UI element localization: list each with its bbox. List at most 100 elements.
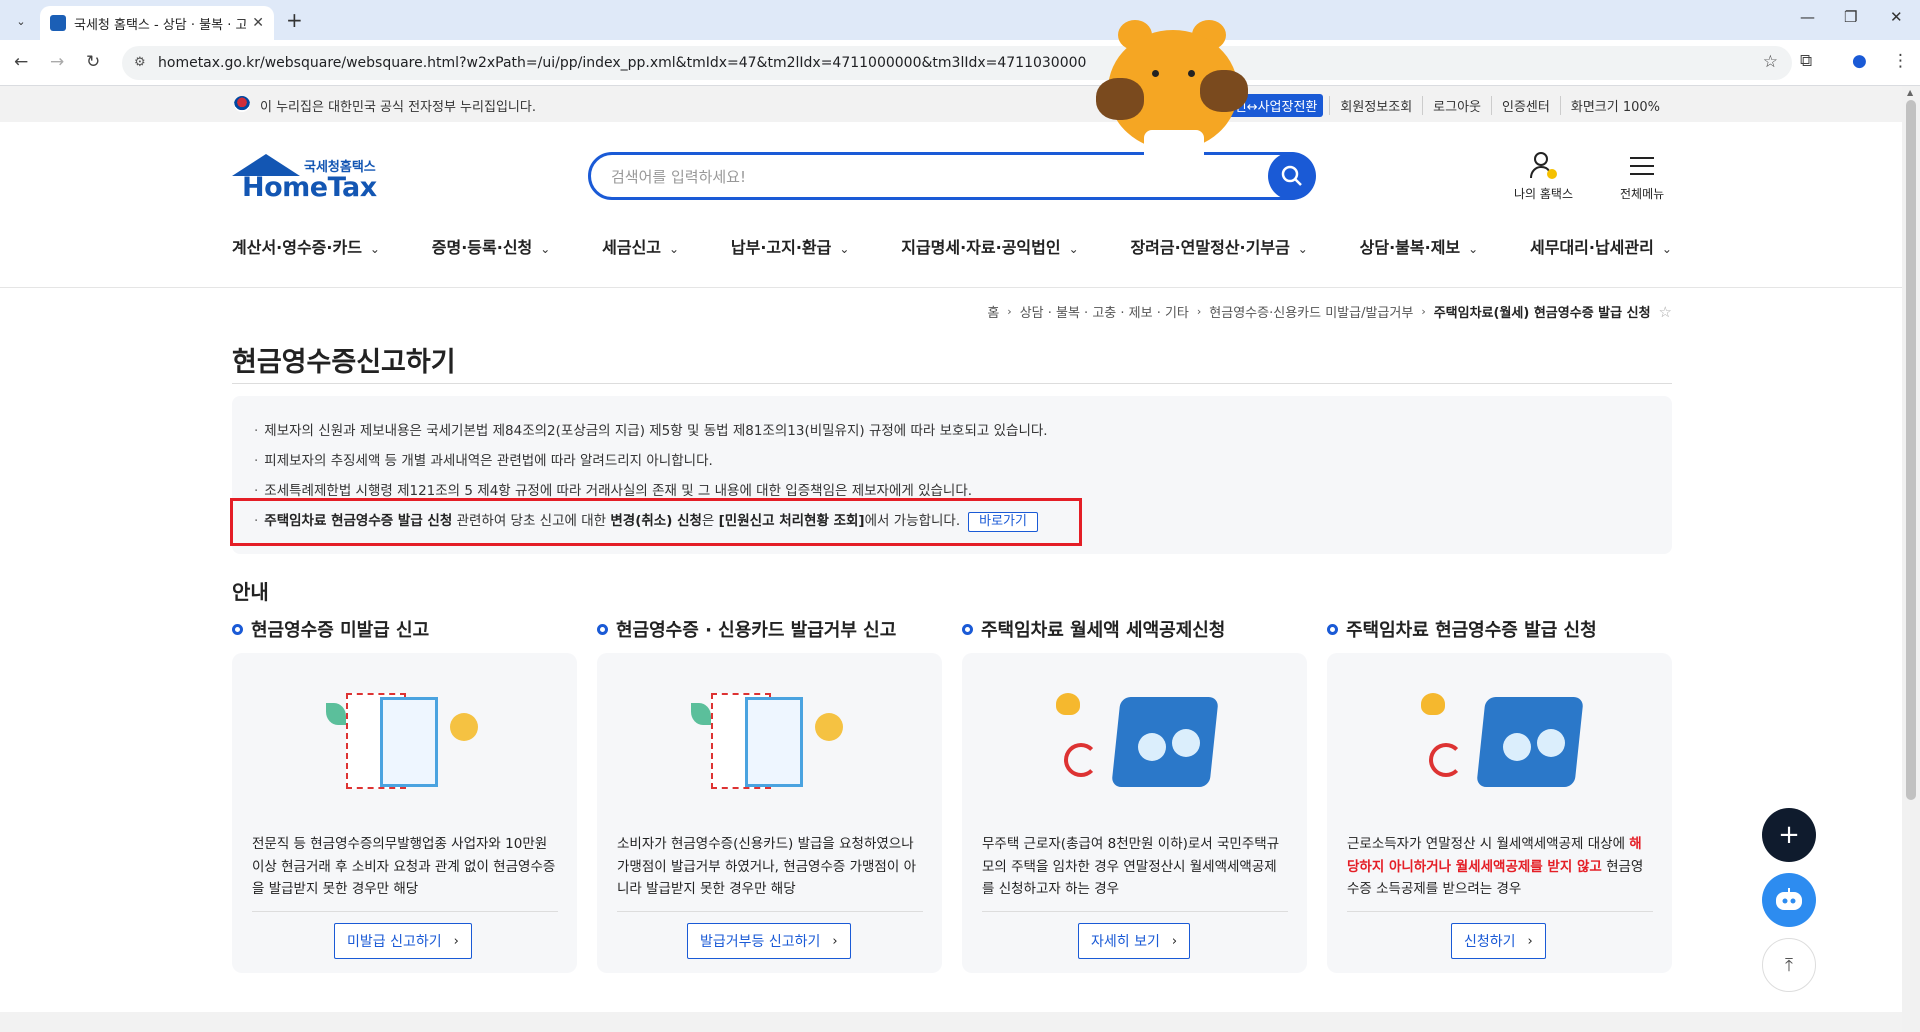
receipt-illustration-icon [691,693,849,791]
gnb-item[interactable]: 계산서·영수증·카드 ⌄ [232,234,380,258]
url-field[interactable]: ⚙ hometax.go.kr/websquare/websquare.html… [122,46,1792,80]
breadcrumb-current: 주택임차료(월세) 현금영수증 발급 신청 [1433,306,1651,321]
new-tab-icon[interactable]: + [286,8,303,32]
browser-tab[interactable]: 국세청 홈택스 - 상담 · 불복 · 고충 ✕ [40,6,274,40]
card-title: 주택임차료 현금영수증 발급 신청 [1327,616,1597,642]
search-button[interactable] [1268,152,1316,200]
card-description: 전문직 등 현금영수증의무발행업종 사업자와 10만원 이상 현금거래 후 소비… [252,836,556,897]
page-title: 현금영수증신고하기 [232,347,456,378]
window-close-icon[interactable]: ✕ [1890,8,1903,26]
card-unissued-report: 전문직 등 현금영수증의무발행업종 사업자와 10만원 이상 현금거래 후 소비… [232,653,577,973]
favorite-star-icon[interactable]: ☆ [1659,303,1672,321]
refusal-report-button[interactable]: 발급거부등 신고하기 › [687,923,851,959]
breadcrumb-item[interactable]: 상담 · 불복 · 고충 · 제보 · 기타 [1020,302,1189,321]
chevron-down-icon: ⌄ [1661,242,1672,256]
restore-icon[interactable]: ❐ [1844,8,1857,26]
chatbot-button[interactable] [1762,873,1816,927]
chevron-down-icon: ⌄ [1068,242,1079,256]
card-title: 현금영수증 · 신용카드 발급거부 신고 [597,616,896,642]
chevron-down-icon: ⌄ [369,242,380,256]
screen-size-select[interactable]: 화면크기 100% [1559,96,1670,115]
tab-search-icon[interactable]: ⌄ [10,10,32,32]
search-icon [1281,165,1302,186]
url-text: hometax.go.kr/websquare/websquare.html?w… [158,55,1087,71]
gnb-item[interactable]: 세무대리·납세관리 ⌄ [1530,234,1672,258]
minimize-icon[interactable]: — [1800,8,1815,26]
cert-center-link[interactable]: 인증센터 [1491,96,1560,115]
browser-menu-icon[interactable]: ⋮ [1892,51,1909,71]
gov-notice-bar: 이 누리집은 대한민국 공식 전자정부 누리집입니다. 개인↔사업장전환 회원정… [0,86,1902,122]
card-description: 근로소득자가 연말정산 시 월세액세액공제 대상에 해당하지 아니하거나 월세세… [1347,836,1644,897]
gnb-item[interactable]: 상담·불복·제보 ⌄ [1360,234,1479,258]
gnb-item[interactable]: 장려금·연말정산·기부금 ⌄ [1130,234,1307,258]
breadcrumb-item[interactable]: 현금영수증·신용카드 미발급/발급거부 [1209,302,1413,321]
hometax-logo[interactable]: 국세청홈택스 HomeTax [232,154,382,203]
user-bell-icon [1529,152,1557,179]
unissued-report-button[interactable]: 미발급 신고하기 › [334,923,472,959]
chevron-down-icon: ⌄ [1468,242,1479,256]
reload-icon[interactable]: ↻ [86,52,100,72]
hometax-favicon-icon [50,15,66,31]
card-title: 주택임차료 월세액 세액공제신청 [962,616,1225,642]
tab-title: 국세청 홈택스 - 상담 · 불복 · 고충 [74,17,247,33]
forward-icon[interactable]: → [50,52,64,72]
close-tab-icon[interactable]: ✕ [252,15,264,31]
nav-divider [0,287,1902,288]
highlight-box [230,498,1082,546]
card-refusal-report: 소비자가 현금영수증(신용카드) 발급을 요청하였으나 가맹점이 발급거부 하였… [597,653,942,973]
receipt-illustration-icon [326,693,484,791]
gnb-item[interactable]: 세금신고 ⌄ [602,234,679,258]
bullet-circle-icon [597,623,608,635]
chevron-right-icon: › [832,933,838,949]
bullet-circle-icon [962,623,973,635]
korea-flag-icon [234,96,250,112]
chevron-down-icon: ⌄ [669,242,680,256]
address-bar: ← → ↻ ⚙ hometax.go.kr/websquare/websquar… [0,40,1920,86]
plus-icon: + [1778,820,1800,850]
all-menu-button[interactable]: 전체메뉴 [1620,150,1664,202]
breadcrumb-home[interactable]: 홈 [987,302,999,321]
member-info-link[interactable]: 회원정보조회 [1329,96,1422,115]
title-divider [232,383,1672,384]
details-button[interactable]: 자세히 보기 › [1078,923,1191,959]
page-scrollbar[interactable]: ▲ [1902,86,1920,1032]
gnb-item[interactable]: 지급명세·자료·공익법인 ⌄ [901,234,1078,258]
hamburger-menu-icon [1630,157,1655,175]
utility-links: 개인↔사업장전환 회원정보조회 로그아웃 인증센터 화면크기 100% [1216,94,1670,117]
gov-notice-text: 이 누리집은 대한민국 공식 전자정부 누리집입니다. [260,100,536,115]
gnb-item[interactable]: 납부·고지·환급 ⌄ [731,234,850,258]
chevron-right-icon: › [453,933,459,949]
main-navigation: 계산서·영수증·카드 ⌄ 증명·등록·신청 ⌄ 세금신고 ⌄ 납부·고지·환급 ⌄ 지급… [232,234,1672,258]
all-menu-label: 전체메뉴 [1620,187,1665,201]
breadcrumb: 홈 › 상담 · 불복 · 고충 · 제보 · 기타 › 현금영수증·신용카드 미발… [987,302,1672,322]
footer-strip [0,1012,1902,1032]
notice-item: 제보자의 신원과 제보내용은 국세기본법 제84조의2(포상금의 지급) 제5항… [254,416,1650,446]
gnb-item[interactable]: 증명·등록·신청 ⌄ [432,234,551,258]
logo-english-text: HomeTax [242,172,377,203]
my-hometax-button[interactable]: 나의 홈택스 [1514,150,1573,202]
card-description: 소비자가 현금영수증(신용카드) 발급을 요청하였으나 가맹점이 발급거부 하였… [617,836,916,897]
card-rent-tax-credit: 무주택 근로자(총급여 8천만원 이하)로서 국민주택규모의 주택을 임차한 경… [962,653,1307,973]
arrow-up-icon: ⤒ [1785,954,1793,976]
card-rent-receipt-request: 근로소득자가 연말정산 시 월세액세액공제 대상에 해당하지 아니하거나 월세세… [1327,653,1672,973]
scrollbar-thumb[interactable] [1906,100,1916,800]
add-quick-menu-button[interactable]: + [1762,808,1816,862]
apply-button[interactable]: 신청하기 › [1451,923,1546,959]
logout-link[interactable]: 로그아웃 [1422,96,1491,115]
browser-tab-bar: ⌄ 국세청 홈택스 - 상담 · 불복 · 고충 ✕ + — ❐ ✕ [0,0,1920,40]
rent-envelope-illustration-icon [1056,693,1219,791]
scroll-to-top-button[interactable]: ⤒ [1762,938,1816,992]
extensions-icon[interactable]: ⧉ [1800,51,1812,71]
bullet-circle-icon [1327,623,1338,635]
profile-icon[interactable]: ● [1852,51,1867,71]
chatbot-icon [1776,888,1802,910]
card-title: 현금영수증 미발급 신고 [232,616,429,642]
site-info-icon[interactable]: ⚙ [134,55,146,70]
scroll-up-icon[interactable]: ▲ [1907,88,1913,97]
chevron-down-icon: ⌄ [1297,242,1308,256]
guide-heading: 안내 [232,580,269,604]
back-icon[interactable]: ← [14,52,28,72]
bookmark-star-icon[interactable]: ☆ [1763,52,1778,72]
rent-envelope-illustration-icon [1421,693,1584,791]
ryan-character-image [1088,12,1258,160]
